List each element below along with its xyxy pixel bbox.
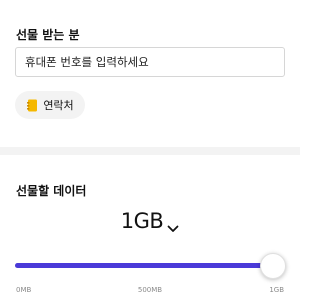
slider-min-label: 0MB — [16, 286, 32, 294]
section-divider — [0, 147, 300, 155]
slider-thumb[interactable] — [260, 253, 286, 279]
contacts-button[interactable]: 연락처 — [15, 91, 85, 119]
address-book-icon — [26, 99, 38, 112]
slider-scale: 0MB 500MB 1GB — [16, 286, 284, 298]
slider-fill — [15, 263, 273, 268]
slider-max-label: 1GB — [269, 286, 284, 294]
chevron-down-icon — [167, 218, 179, 232]
data-amount-slider[interactable] — [15, 253, 286, 279]
selected-data-amount: 1GB — [120, 209, 164, 233]
data-section-title: 선물할 데이터 — [16, 184, 87, 198]
contacts-button-label: 연락처 — [43, 99, 74, 112]
data-amount-selector[interactable]: 1GB — [0, 209, 300, 233]
recipient-section-title: 선물 받는 분 — [16, 28, 80, 42]
slider-mid-label: 500MB — [137, 286, 163, 294]
phone-number-input[interactable] — [15, 47, 285, 77]
